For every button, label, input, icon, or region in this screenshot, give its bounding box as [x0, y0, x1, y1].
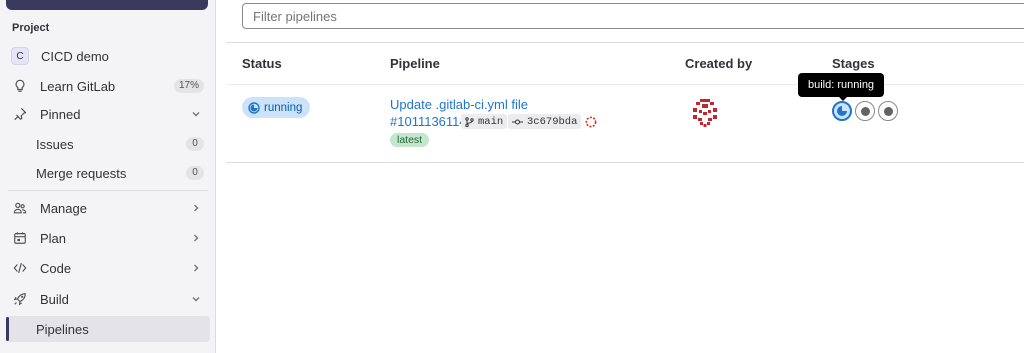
status-running-icon [837, 106, 847, 116]
creator-avatar[interactable] [690, 98, 720, 128]
code-icon [12, 260, 28, 276]
sidebar-item-label: Learn GitLab [40, 78, 116, 94]
project-avatar: C [11, 47, 29, 65]
status-label: running [264, 101, 303, 114]
sidebar: Project C CICD demo Learn GitLab 17% Pin… [0, 0, 216, 353]
latest-badge: latest [390, 133, 430, 147]
stage-tooltip: build: running [798, 73, 885, 97]
sidebar-item-label: Manage [40, 200, 87, 216]
thumbtack-icon [12, 106, 28, 122]
column-header-stages: Stages [832, 56, 875, 71]
sidebar-item-build[interactable]: Build [6, 286, 210, 312]
sidebar-item-project[interactable]: C CICD demo [6, 43, 210, 69]
branch-name: main [478, 115, 504, 128]
chevron-down-icon [188, 106, 204, 122]
column-header-status: Status [242, 56, 282, 71]
rocket-icon [12, 291, 28, 307]
sidebar-item-label: Code [40, 260, 72, 276]
divider [226, 162, 1024, 163]
sidebar-item-label: Issues [36, 136, 74, 152]
sidebar-item-label: Build [40, 291, 69, 307]
sidebar-item-plan[interactable]: Plan [6, 225, 210, 251]
tooltip-arrow [838, 96, 848, 101]
new-button[interactable] [6, 0, 208, 10]
branch-chip[interactable]: main [461, 114, 508, 129]
status-badge[interactable]: running [242, 97, 311, 118]
active-indicator [6, 317, 9, 341]
divider [226, 84, 1024, 85]
stage-test-status[interactable] [855, 101, 875, 121]
stage-build-status[interactable] [832, 101, 852, 121]
status-running-icon [248, 101, 260, 114]
divider [226, 42, 1024, 43]
pipeline-id-link[interactable]: #1011136114 [390, 114, 467, 129]
lightbulb-icon [12, 78, 28, 94]
calendar-icon [12, 230, 28, 246]
sidebar-item-code[interactable]: Code [6, 255, 210, 281]
commit-chip[interactable]: 3c679bda [508, 114, 582, 129]
chevron-right-icon [188, 260, 204, 276]
chevron-right-icon [188, 200, 204, 216]
progress-badge: 17% [173, 79, 204, 93]
column-header-created-by: Created by [685, 56, 753, 71]
column-header-pipeline: Pipeline [390, 56, 440, 71]
count-badge: 0 [186, 137, 204, 151]
sidebar-item-issues[interactable]: Issues 0 [6, 131, 210, 157]
main-content: Status Pipeline Created by Stages runnin… [216, 0, 1024, 353]
filter-pipelines-input[interactable] [242, 3, 1024, 29]
chevron-down-icon [188, 291, 204, 307]
sidebar-item-pipelines[interactable]: Pipelines [6, 316, 210, 342]
commit-icon [512, 118, 523, 126]
status-created-icon [883, 106, 893, 116]
sidebar-item-merge-requests[interactable]: Merge requests 0 [6, 160, 210, 186]
pipeline-warning-icon [585, 115, 597, 133]
section-title: Project [12, 22, 50, 34]
sidebar-item-label: Merge requests [36, 165, 127, 181]
sidebar-item-label: CICD demo [41, 48, 109, 64]
pipeline-title-link[interactable]: Update .gitlab-ci.yml file [390, 97, 528, 112]
chevron-right-icon [188, 230, 204, 246]
users-icon [12, 200, 28, 216]
status-created-icon [860, 106, 870, 116]
sidebar-item-label: Plan [40, 230, 67, 246]
sidebar-item-manage[interactable]: Manage [6, 195, 210, 221]
sidebar-item-label: Pinned [40, 106, 81, 122]
count-badge: 0 [186, 166, 204, 180]
sidebar-item-pinned[interactable]: Pinned [6, 101, 210, 127]
branch-icon [465, 116, 474, 127]
commit-sha: 3c679bda [527, 115, 578, 128]
stage-deploy-status[interactable] [878, 101, 898, 121]
sidebar-item-learn-gitlab[interactable]: Learn GitLab 17% [6, 73, 210, 99]
divider [8, 190, 208, 191]
sidebar-item-label: Pipelines [36, 321, 89, 337]
